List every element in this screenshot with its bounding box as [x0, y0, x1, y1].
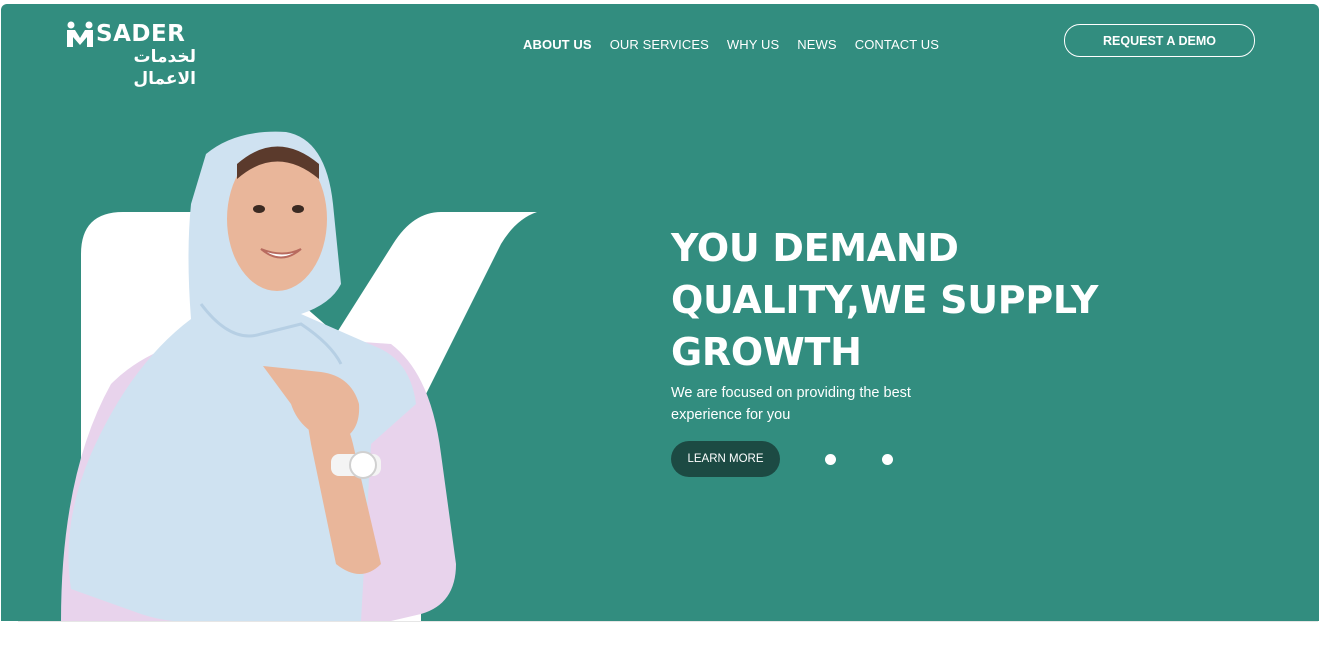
- hero-title-line-1: YOU DEMAND: [671, 226, 959, 270]
- nav-contact-us[interactable]: CONTACT US: [855, 34, 939, 56]
- hero-title-line-2: QUALITY,WE SUPPLY: [671, 278, 1099, 322]
- hero-subtitle: We are focused on providing the best exp…: [671, 382, 971, 426]
- person-watch-face: [349, 451, 377, 479]
- hero-subtitle-line-2: experience for you: [671, 407, 791, 423]
- logo[interactable]: SADER لخدمات الاعمال: [66, 18, 196, 89]
- logo-wordmark: SADER: [96, 21, 186, 47]
- hero-subtitle-line-1: We are focused on providing the best: [671, 385, 911, 401]
- logo-people-icon: [67, 21, 93, 47]
- learn-more-button[interactable]: LEARN MORE: [671, 441, 780, 477]
- main-nav: ABOUT US OUR SERVICES WHY US NEWS CONTAC…: [523, 34, 957, 56]
- next-section-edge: [18, 621, 1318, 655]
- nav-why-us[interactable]: WHY US: [727, 34, 779, 56]
- hero-title-line-3: GROWTH: [671, 330, 862, 374]
- hero-title: YOU DEMAND QUALITY,WE SUPPLY GROWTH: [671, 222, 1191, 378]
- slider-dot-2[interactable]: [882, 454, 893, 465]
- nav-news[interactable]: NEWS: [797, 34, 836, 56]
- logo-arabic-tagline: لخدمات الاعمال: [133, 47, 196, 89]
- nav-our-services[interactable]: OUR SERVICES: [610, 34, 709, 56]
- nav-about-us[interactable]: ABOUT US: [523, 34, 592, 56]
- slider-dot-1[interactable]: [825, 454, 836, 465]
- request-demo-button[interactable]: REQUEST A DEMO: [1064, 24, 1255, 57]
- hero-section: SADER لخدمات الاعمال ABOUT US OUR SERVIC…: [1, 4, 1319, 621]
